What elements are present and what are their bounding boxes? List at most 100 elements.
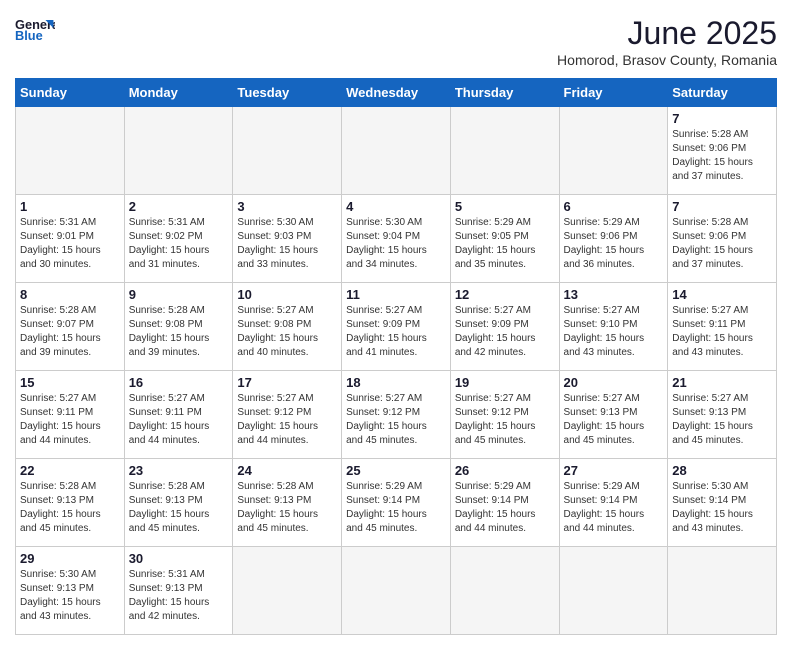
day-number: 18	[346, 375, 446, 390]
day-info: Sunrise: 5:27 AMSunset: 9:11 PMDaylight:…	[672, 304, 772, 360]
calendar-cell: 21 Sunrise: 5:27 AMSunset: 9:13 PMDayligh…	[668, 371, 777, 459]
calendar-cell	[342, 107, 451, 195]
calendar-cell: 11 Sunrise: 5:27 AMSunset: 9:09 PMDayligh…	[342, 283, 451, 371]
day-number: 26	[455, 463, 555, 478]
calendar-cell: 16 Sunrise: 5:27 AMSunset: 9:11 PMDayligh…	[124, 371, 233, 459]
day-number: 4	[346, 199, 446, 214]
day-number: 3	[237, 199, 337, 214]
month-title: June 2025	[557, 15, 777, 52]
day-info: Sunrise: 5:28 AMSunset: 9:06 PMDaylight:…	[672, 128, 772, 184]
day-number: 17	[237, 375, 337, 390]
calendar-cell: 26 Sunrise: 5:29 AMSunset: 9:14 PMDayligh…	[450, 459, 559, 547]
day-number: 7	[672, 199, 772, 214]
day-number: 7	[672, 111, 772, 126]
day-info: Sunrise: 5:27 AMSunset: 9:08 PMDaylight:…	[237, 304, 337, 360]
day-number: 16	[129, 375, 229, 390]
day-info: Sunrise: 5:27 AMSunset: 9:12 PMDaylight:…	[237, 392, 337, 448]
calendar-cell: 13 Sunrise: 5:27 AMSunset: 9:10 PMDayligh…	[559, 283, 668, 371]
day-info: Sunrise: 5:27 AMSunset: 9:12 PMDaylight:…	[455, 392, 555, 448]
day-number: 8	[20, 287, 120, 302]
day-number: 25	[346, 463, 446, 478]
day-info: Sunrise: 5:31 AMSunset: 9:01 PMDaylight:…	[20, 216, 120, 272]
day-info: Sunrise: 5:27 AMSunset: 9:12 PMDaylight:…	[346, 392, 446, 448]
calendar-cell: 12Sunrise: 5:27 AMSunset: 9:09 PMDayligh…	[450, 283, 559, 371]
day-number: 15	[20, 375, 120, 390]
calendar-cell	[342, 547, 451, 635]
day-number: 9	[129, 287, 229, 302]
day-number: 27	[564, 463, 664, 478]
day-number: 2	[129, 199, 229, 214]
calendar-cell: 3 Sunrise: 5:30 AMSunset: 9:03 PMDaylight…	[233, 195, 342, 283]
svg-text:Blue: Blue	[15, 28, 43, 43]
day-info: Sunrise: 5:30 AMSunset: 9:03 PMDaylight:…	[237, 216, 337, 272]
day-info: Sunrise: 5:31 AMSunset: 9:13 PMDaylight:…	[129, 568, 229, 624]
calendar-cell: 20 Sunrise: 5:27 AMSunset: 9:13 PMDayligh…	[559, 371, 668, 459]
day-info: Sunrise: 5:27 AMSunset: 9:10 PMDaylight:…	[564, 304, 664, 360]
day-info: Sunrise: 5:29 AMSunset: 9:06 PMDaylight:…	[564, 216, 664, 272]
day-info: Sunrise: 5:27 AMSunset: 9:13 PMDaylight:…	[672, 392, 772, 448]
day-info: Sunrise: 5:27 AMSunset: 9:13 PMDaylight:…	[564, 392, 664, 448]
calendar-cell: 23 Sunrise: 5:28 AMSunset: 9:13 PMDayligh…	[124, 459, 233, 547]
calendar-table: Sunday Monday Tuesday Wednesday Thursday…	[15, 78, 777, 635]
calendar-cell: 5Sunrise: 5:29 AMSunset: 9:05 PMDaylight…	[450, 195, 559, 283]
title-area: June 2025 Homorod, Brasov County, Romani…	[557, 15, 777, 68]
day-info: Sunrise: 5:27 AMSunset: 9:11 PMDaylight:…	[129, 392, 229, 448]
calendar-cell	[233, 547, 342, 635]
day-number: 21	[672, 375, 772, 390]
calendar-cell: 22Sunrise: 5:28 AMSunset: 9:13 PMDayligh…	[16, 459, 125, 547]
col-wednesday: Wednesday	[342, 79, 451, 107]
day-number: 6	[564, 199, 664, 214]
calendar-week-row: 29 Sunrise: 5:30 AMSunset: 9:13 PMDayligh…	[16, 547, 777, 635]
calendar-cell	[450, 547, 559, 635]
page-header: General Blue June 2025 Homorod, Brasov C…	[15, 15, 777, 68]
day-number: 13	[564, 287, 664, 302]
logo: General Blue	[15, 15, 55, 45]
calendar-cell: 15 Sunrise: 5:27 AMSunset: 9:11 PMDayligh…	[16, 371, 125, 459]
calendar-week-row: 1 Sunrise: 5:31 AMSunset: 9:01 PMDaylight…	[16, 195, 777, 283]
calendar-week-row: 15 Sunrise: 5:27 AMSunset: 9:11 PMDayligh…	[16, 371, 777, 459]
day-info: Sunrise: 5:28 AMSunset: 9:13 PMDaylight:…	[129, 480, 229, 536]
calendar-cell	[559, 547, 668, 635]
day-number: 24	[237, 463, 337, 478]
day-info: Sunrise: 5:29 AMSunset: 9:14 PMDaylight:…	[455, 480, 555, 536]
calendar-cell: 25Sunrise: 5:29 AMSunset: 9:14 PMDayligh…	[342, 459, 451, 547]
day-number: 1	[20, 199, 120, 214]
logo-icon: General Blue	[15, 15, 55, 45]
day-number: 10	[237, 287, 337, 302]
col-monday: Monday	[124, 79, 233, 107]
calendar-cell: 6 Sunrise: 5:29 AMSunset: 9:06 PMDaylight…	[559, 195, 668, 283]
day-number: 28	[672, 463, 772, 478]
calendar-cell: 19Sunrise: 5:27 AMSunset: 9:12 PMDayligh…	[450, 371, 559, 459]
calendar-cell	[559, 107, 668, 195]
day-number: 20	[564, 375, 664, 390]
calendar-cell: 2 Sunrise: 5:31 AMSunset: 9:02 PMDaylight…	[124, 195, 233, 283]
calendar-cell: 4 Sunrise: 5:30 AMSunset: 9:04 PMDaylight…	[342, 195, 451, 283]
day-info: Sunrise: 5:27 AMSunset: 9:09 PMDaylight:…	[346, 304, 446, 360]
col-thursday: Thursday	[450, 79, 559, 107]
calendar-cell: 28Sunrise: 5:30 AMSunset: 9:14 PMDayligh…	[668, 459, 777, 547]
day-info: Sunrise: 5:28 AMSunset: 9:08 PMDaylight:…	[129, 304, 229, 360]
calendar-cell: 8Sunrise: 5:28 AMSunset: 9:07 PMDaylight…	[16, 283, 125, 371]
day-info: Sunrise: 5:28 AMSunset: 9:06 PMDaylight:…	[672, 216, 772, 272]
day-number: 29	[20, 551, 120, 566]
day-number: 22	[20, 463, 120, 478]
day-info: Sunrise: 5:30 AMSunset: 9:04 PMDaylight:…	[346, 216, 446, 272]
day-number: 11	[346, 287, 446, 302]
day-info: Sunrise: 5:29 AMSunset: 9:05 PMDaylight:…	[455, 216, 555, 272]
day-info: Sunrise: 5:27 AMSunset: 9:11 PMDaylight:…	[20, 392, 120, 448]
day-info: Sunrise: 5:31 AMSunset: 9:02 PMDaylight:…	[129, 216, 229, 272]
col-saturday: Saturday	[668, 79, 777, 107]
day-number: 14	[672, 287, 772, 302]
calendar-cell: 7 Sunrise: 5:28 AMSunset: 9:06 PMDaylight…	[668, 107, 777, 195]
calendar-cell	[450, 107, 559, 195]
calendar-cell: 10 Sunrise: 5:27 AMSunset: 9:08 PMDayligh…	[233, 283, 342, 371]
calendar-cell: 29 Sunrise: 5:30 AMSunset: 9:13 PMDayligh…	[16, 547, 125, 635]
location-subtitle: Homorod, Brasov County, Romania	[557, 52, 777, 68]
calendar-cell	[233, 107, 342, 195]
day-info: Sunrise: 5:28 AMSunset: 9:13 PMDaylight:…	[237, 480, 337, 536]
calendar-cell: 9 Sunrise: 5:28 AMSunset: 9:08 PMDaylight…	[124, 283, 233, 371]
day-info: Sunrise: 5:30 AMSunset: 9:13 PMDaylight:…	[20, 568, 120, 624]
day-number: 23	[129, 463, 229, 478]
calendar-header-row: Sunday Monday Tuesday Wednesday Thursday…	[16, 79, 777, 107]
calendar-cell	[16, 107, 125, 195]
